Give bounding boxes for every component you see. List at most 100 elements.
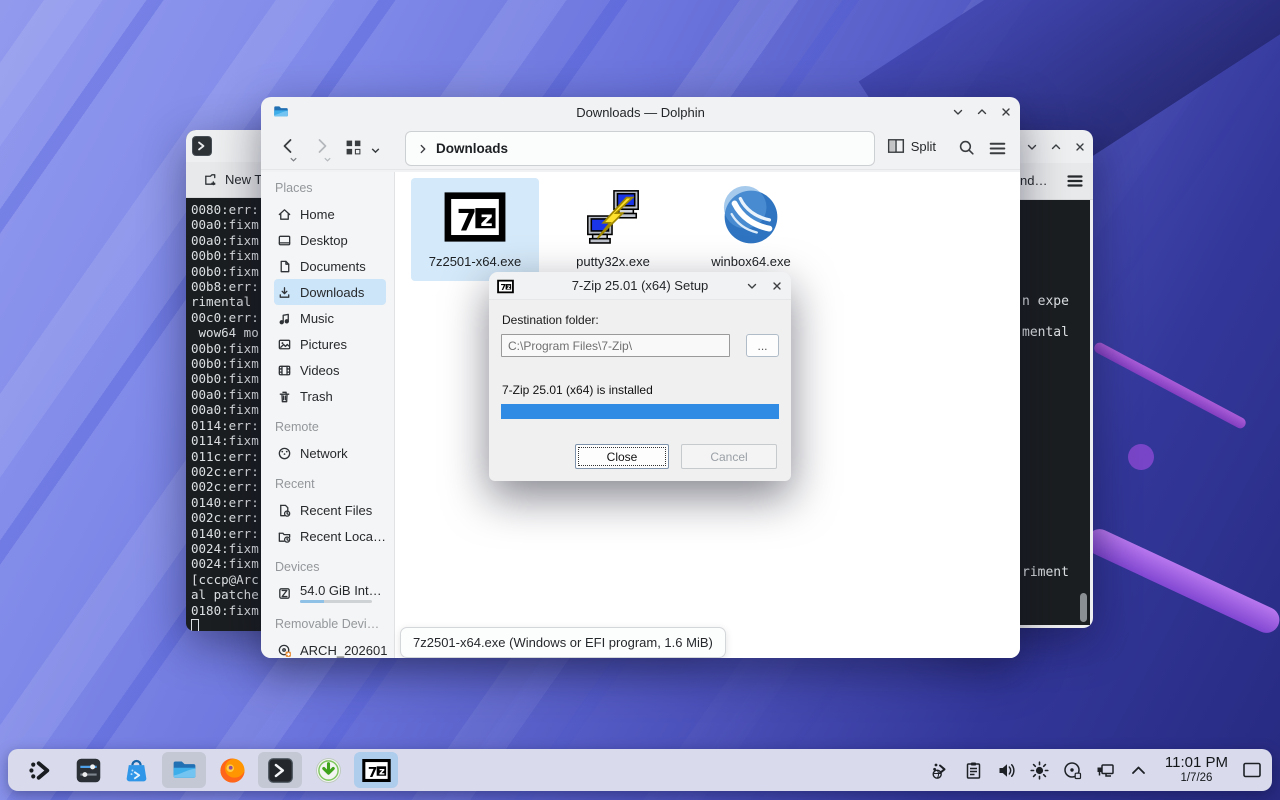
minimize-icon[interactable] (950, 104, 966, 120)
minimize-icon[interactable] (1024, 139, 1040, 155)
network-wired-icon[interactable] (1095, 760, 1116, 781)
view-mode-icon[interactable] (345, 139, 362, 156)
places-panel: Places HomeDesktop Documents Downloads Music… (261, 172, 395, 658)
dolphin-icon (272, 103, 290, 121)
maximize-icon[interactable] (974, 104, 990, 120)
sidebar-item-desktop[interactable]: Desktop (274, 227, 386, 253)
sidebar-item-videos[interactable]: Videos (274, 357, 386, 383)
file-label: 7z2501-x64.exe (429, 254, 522, 269)
dialog-titlebar[interactable]: 7z 7-Zip 25.01 (x64) Setup (489, 272, 791, 300)
sidebar-item-label: ARCH_202601 (300, 643, 387, 658)
brightness-icon[interactable] (1029, 760, 1050, 781)
sidebar-item-label: Trash (300, 389, 333, 404)
music-icon (277, 311, 292, 326)
clock-date: 1/7/26 (1165, 772, 1228, 785)
forward-dropdown-icon[interactable] (323, 151, 332, 169)
svg-text:z: z (507, 285, 511, 291)
destination-path-field[interactable] (501, 334, 730, 357)
svg-text:7: 7 (500, 283, 506, 292)
network-icon (277, 446, 292, 461)
taskbar-discover-icon[interactable] (114, 752, 158, 788)
close-icon[interactable] (769, 278, 785, 294)
terminal-line: mental (1022, 325, 1069, 340)
sidebar-item-downloads[interactable]: Downloads (274, 279, 386, 305)
scrollbar-thumb[interactable] (1080, 593, 1087, 622)
sidebar-item-documents[interactable]: Documents (274, 253, 386, 279)
file-label: winbox64.exe (711, 254, 791, 269)
sidebar-item-recent-loca-[interactable]: Recent Loca… (274, 523, 386, 549)
home-icon (277, 207, 292, 222)
sidebar-section-header: Remote (275, 420, 388, 434)
new-tab-button[interactable]: New T (225, 172, 262, 187)
konsole-icon (192, 136, 212, 156)
tray-expand-icon[interactable] (1128, 760, 1149, 781)
close-button[interactable]: Close (575, 444, 669, 469)
taskbar-dolphin-icon[interactable] (162, 752, 206, 788)
sidebar-section-header: Devices (275, 560, 388, 574)
close-icon[interactable] (998, 104, 1014, 120)
split-button[interactable]: Split (887, 137, 936, 155)
taskbar-app-launcher-icon[interactable] (18, 752, 62, 788)
taskbar-7zip-icon[interactable]: 7z (354, 752, 398, 788)
sidebar-item-network[interactable]: Network (274, 440, 386, 466)
7zip-icon: 7z (497, 278, 514, 295)
taskbar-system-settings-icon[interactable] (66, 752, 110, 788)
sidebar-item-label: Recent Files (300, 503, 372, 518)
volume-icon[interactable] (996, 760, 1017, 781)
minimize-icon[interactable] (744, 278, 760, 294)
sidebar-item-arch-202601[interactable]: ARCH_202601 (274, 637, 386, 658)
optical-disc-icon (277, 643, 292, 658)
sidebar-item-label: 54.0 GiB Int… (300, 583, 382, 598)
wallpaper-shape (1128, 444, 1154, 470)
sidebar-item-home[interactable]: Home (274, 201, 386, 227)
sidebar-item-label: Music (300, 311, 334, 326)
digital-clock[interactable]: 11:01 PM 1/7/26 (1165, 755, 1228, 784)
close-icon[interactable] (1072, 139, 1088, 155)
clipboard-icon[interactable] (963, 760, 984, 781)
sidebar-item-label: Pictures (300, 337, 347, 352)
taskbar-konsole-icon[interactable] (258, 752, 302, 788)
split-label: Split (911, 139, 936, 154)
location-bar[interactable]: Downloads (405, 131, 875, 166)
browse-button[interactable]: ... (746, 334, 779, 357)
file-7z2501-x64-exe[interactable]: 7z7z2501-x64.exe (411, 178, 539, 281)
dolphin-titlebar[interactable]: Downloads — Dolphin (261, 97, 1020, 127)
terminal-cursor (191, 619, 199, 631)
documents-icon (277, 259, 292, 274)
taskbar-firefox-icon[interactable] (210, 752, 254, 788)
back-dropdown-icon[interactable] (289, 151, 298, 169)
status-bar: 7z2501-x64.exe (Windows or EFI program, … (400, 627, 726, 658)
tab-label[interactable]: nd… (1020, 173, 1047, 188)
svg-text:z: z (480, 207, 492, 232)
hamburger-menu-icon[interactable] (988, 139, 1007, 158)
maximize-icon[interactable] (1048, 139, 1064, 155)
clock-time: 11:01 PM (1165, 755, 1228, 772)
sidebar-item-trash[interactable]: Trash (274, 383, 386, 409)
hamburger-menu-icon[interactable] (1065, 171, 1085, 191)
file-putty32x-exe[interactable]: putty32x.exe (549, 178, 677, 281)
taskbar-downloader-icon[interactable] (306, 752, 350, 788)
terminal-line: n expe (1022, 294, 1069, 309)
recent-locations-icon (277, 529, 292, 544)
sidebar-item-54-0-gib-int-[interactable]: 54.0 GiB Int… (274, 580, 386, 606)
show-desktop-button[interactable] (1242, 761, 1262, 779)
sidebar-item-label: Network (300, 446, 348, 461)
sidebar-section-header: Places (275, 181, 388, 195)
disc-notifier-icon[interactable] (1062, 760, 1083, 781)
view-dropdown-icon[interactable] (370, 143, 381, 161)
sidebar-item-label: Documents (300, 259, 366, 274)
search-icon[interactable] (957, 138, 976, 157)
terminal-line: riment (1022, 565, 1069, 580)
sidebar-item-recent-files[interactable]: Recent Files (274, 497, 386, 523)
downloads-icon (277, 285, 292, 300)
sidebar-item-music[interactable]: Music (274, 305, 386, 331)
disk-usage-bar (300, 600, 372, 603)
plasma-widgets-icon[interactable] (930, 760, 951, 781)
breadcrumb[interactable]: Downloads (436, 141, 508, 156)
new-tab-icon (203, 172, 218, 187)
pictures-icon (277, 337, 292, 352)
desktop-icon (277, 233, 292, 248)
sidebar-item-pictures[interactable]: Pictures (274, 331, 386, 357)
file-winbox64-exe[interactable]: winbox64.exe (687, 178, 815, 281)
cancel-button[interactable]: Cancel (681, 444, 777, 469)
